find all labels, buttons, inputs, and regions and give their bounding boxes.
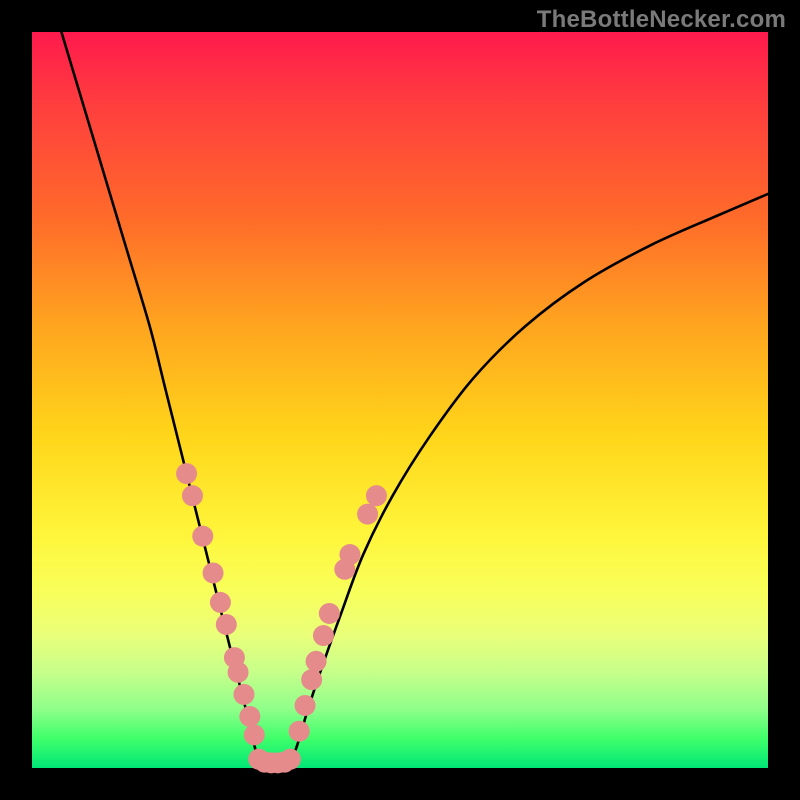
marker-dot <box>280 749 301 770</box>
marker-dot <box>239 706 260 727</box>
marker-dot <box>339 544 360 565</box>
marker-dot <box>295 695 316 716</box>
marker-dot <box>244 724 265 745</box>
marker-dot <box>210 592 231 613</box>
outer-frame: TheBottleNecker.com <box>0 0 800 800</box>
marker-dot <box>313 625 334 646</box>
marker-dot <box>233 684 254 705</box>
chart-svg <box>32 32 768 768</box>
marker-dot <box>301 669 322 690</box>
marker-dot <box>289 721 310 742</box>
marker-dot <box>366 485 387 506</box>
marker-dot <box>182 485 203 506</box>
marker-dot <box>216 614 237 635</box>
marker-dot <box>306 651 327 672</box>
marker-dot <box>192 526 213 547</box>
marker-dot <box>176 463 197 484</box>
marker-dot <box>357 504 378 525</box>
curve-right-branch <box>290 194 768 764</box>
marker-dot <box>228 662 249 683</box>
marker-dot <box>319 603 340 624</box>
marker-group <box>176 463 387 773</box>
marker-dot <box>203 562 224 583</box>
watermark-text: TheBottleNecker.com <box>537 6 786 34</box>
plot-area <box>32 32 768 768</box>
